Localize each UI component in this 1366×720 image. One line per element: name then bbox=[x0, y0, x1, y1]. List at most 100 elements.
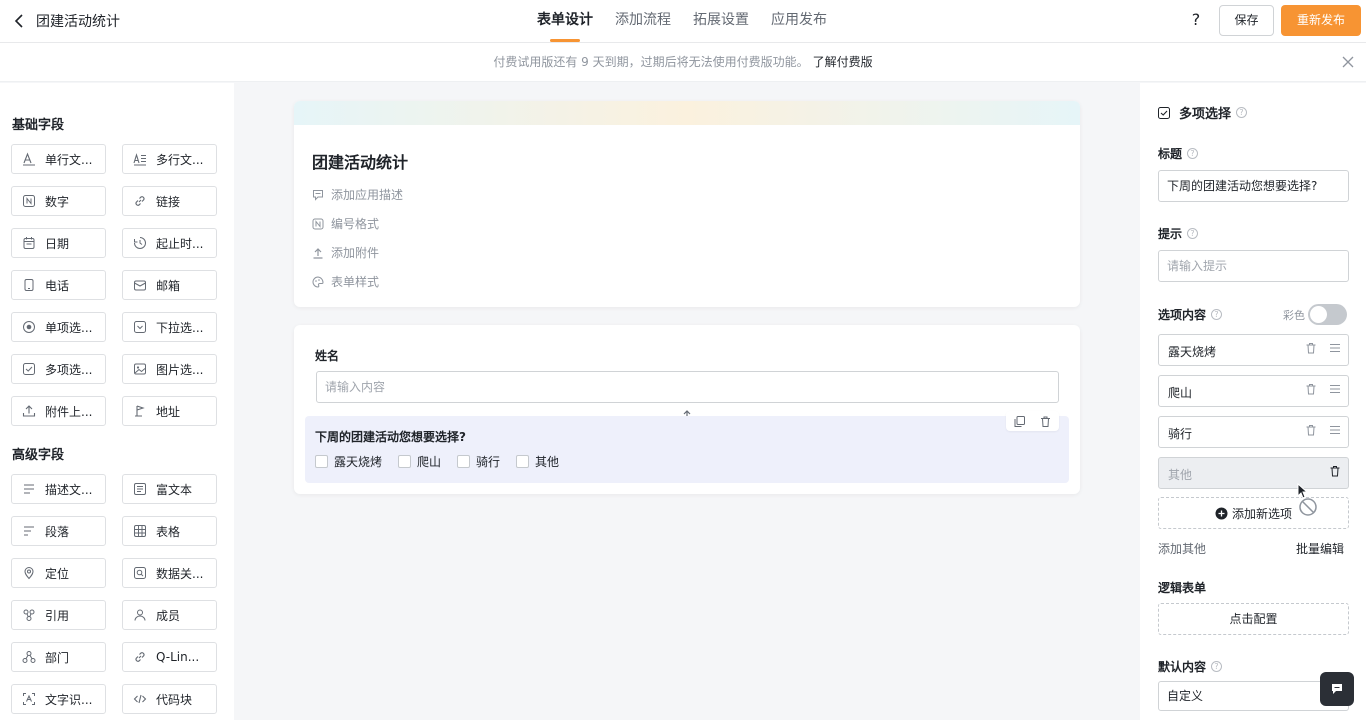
field-type-button[interactable]: 段落 bbox=[11, 516, 106, 546]
palette-icon bbox=[312, 275, 324, 288]
field-palette: 基础字段 单行文... 多行文... 数字 链接 日期 起止时... 电话 邮箱 单项选... 下… bbox=[0, 83, 234, 720]
trial-notice-bar: 付费试用版还有 9 天到期，过期后将无法使用付费版功能。 了解付费版 bbox=[0, 43, 1366, 82]
form-style-action[interactable]: 表单样式 bbox=[312, 273, 379, 290]
options-label: 选项内容? bbox=[1158, 306, 1223, 323]
time-range-icon bbox=[133, 236, 147, 250]
field-type-button[interactable]: 成员 bbox=[122, 600, 217, 630]
checkbox-icon bbox=[398, 455, 412, 468]
field-type-label: 链接 bbox=[156, 194, 181, 209]
option-label: 其他 bbox=[535, 455, 560, 469]
tab-form-design[interactable]: 表单设计 bbox=[537, 0, 593, 43]
main-tabs: 表单设计 添加流程 拓展设置 应用发布 bbox=[537, 0, 849, 43]
field-type-button[interactable]: 附件上... bbox=[11, 396, 106, 426]
field-type-button[interactable]: 多项选... bbox=[11, 354, 106, 384]
field-type-button[interactable]: 电话 bbox=[11, 270, 106, 300]
form-title[interactable]: 团建活动统计 bbox=[312, 149, 408, 173]
field-type-button[interactable]: 定位 bbox=[11, 558, 106, 588]
field-type-button[interactable]: 数字 bbox=[11, 186, 106, 216]
field-type-label: 多项选择 bbox=[1179, 107, 1232, 122]
chat-icon[interactable] bbox=[1320, 672, 1354, 706]
field-type-button[interactable]: 链接 bbox=[122, 186, 217, 216]
field-type-button[interactable]: 引用 bbox=[11, 600, 106, 630]
add-description-action[interactable]: 添加应用描述 bbox=[312, 186, 403, 203]
question-icon[interactable]: ? bbox=[1211, 309, 1223, 320]
field-type-button[interactable]: 文字识... bbox=[11, 684, 106, 714]
option-row[interactable]: 骑行 bbox=[1158, 416, 1349, 448]
tab-app-publish[interactable]: 应用发布 bbox=[771, 0, 827, 43]
field-type-button[interactable]: 图片选... bbox=[122, 354, 217, 384]
field-type-label: 引用 bbox=[45, 608, 70, 623]
field-type-label: 多行文... bbox=[156, 152, 204, 167]
question-icon[interactable]: ? bbox=[1187, 228, 1199, 239]
learn-paid-link[interactable]: 了解付费版 bbox=[813, 55, 873, 69]
trash-icon[interactable] bbox=[1305, 383, 1317, 395]
option-text[interactable]: 露天烧烤 bbox=[1168, 343, 1216, 360]
question-icon[interactable]: ? bbox=[1236, 107, 1248, 118]
other-option-text[interactable]: 其他 bbox=[1168, 466, 1192, 483]
number-format-label: 编号格式 bbox=[331, 217, 380, 231]
delete-icon[interactable] bbox=[1039, 415, 1052, 428]
add-attachment-action[interactable]: 添加附件 bbox=[312, 244, 379, 261]
department-icon bbox=[22, 650, 36, 664]
field-type-button[interactable]: 单行文... bbox=[11, 144, 106, 174]
drag-handle-icon[interactable] bbox=[1329, 342, 1341, 354]
batch-edit-link[interactable]: 批量编辑 bbox=[1296, 540, 1344, 557]
checkbox-icon bbox=[315, 455, 328, 468]
field-type-button[interactable]: 地址 bbox=[122, 396, 217, 426]
option-row[interactable]: 露天烧烤 bbox=[1158, 334, 1349, 366]
field-type-button[interactable]: 单项选... bbox=[11, 312, 106, 342]
republish-button[interactable]: 重新发布 bbox=[1281, 5, 1361, 36]
field-type-button[interactable]: 代码块 bbox=[122, 684, 217, 714]
trash-icon[interactable] bbox=[1329, 465, 1341, 477]
number-format-action[interactable]: 编号格式 bbox=[312, 215, 379, 232]
dropdown-icon bbox=[133, 320, 147, 334]
field-type-button[interactable]: 邮箱 bbox=[122, 270, 217, 300]
field-type-label: 代码块 bbox=[156, 692, 193, 707]
option-checkbox[interactable]: 其他 bbox=[516, 453, 559, 470]
question-icon[interactable]: ? bbox=[1211, 661, 1223, 672]
option-text[interactable]: 骑行 bbox=[1168, 425, 1192, 442]
help-icon[interactable]: ? bbox=[1186, 10, 1206, 30]
field-type-label: 附件上... bbox=[45, 404, 93, 419]
close-icon[interactable] bbox=[1340, 54, 1356, 70]
plus-circle-icon bbox=[1215, 507, 1228, 520]
field-type-button[interactable]: Q-Lin... bbox=[122, 642, 217, 672]
field-type-button[interactable]: 部门 bbox=[11, 642, 106, 672]
tab-add-flow[interactable]: 添加流程 bbox=[615, 0, 671, 43]
question-icon[interactable]: ? bbox=[1187, 148, 1199, 159]
field-type-button[interactable]: 日期 bbox=[11, 228, 106, 258]
option-checkbox[interactable]: 爬山 bbox=[398, 453, 441, 470]
field-type-button[interactable]: 起止时... bbox=[122, 228, 217, 258]
trash-icon[interactable] bbox=[1305, 424, 1317, 436]
name-input[interactable]: 请输入内容 bbox=[316, 371, 1059, 403]
title-input[interactable]: 下周的团建活动您想要选择? bbox=[1158, 170, 1349, 202]
hint-input[interactable]: 请输入提示 bbox=[1158, 250, 1349, 282]
form-style-label: 表单样式 bbox=[331, 275, 380, 289]
option-checkbox[interactable]: 骑行 bbox=[457, 453, 500, 470]
option-row[interactable]: 爬山 bbox=[1158, 375, 1349, 407]
drag-handle-icon[interactable] bbox=[1329, 424, 1341, 436]
color-toggle[interactable] bbox=[1308, 304, 1347, 325]
add-other-link[interactable]: 添加其他 bbox=[1158, 540, 1206, 557]
field-type-button[interactable]: 多行文... bbox=[122, 144, 217, 174]
header-banner bbox=[294, 101, 1080, 125]
field-type-label: Q-Lin... bbox=[156, 650, 200, 664]
copy-icon[interactable] bbox=[1013, 415, 1026, 428]
back-arrow-icon[interactable] bbox=[10, 11, 30, 31]
field-type-button[interactable]: 表格 bbox=[122, 516, 217, 546]
trash-icon[interactable] bbox=[1305, 342, 1317, 354]
multi-select-field[interactable]: 下周的团建活动您想要选择? 露天烧烤 爬山 骑行 其他 bbox=[305, 411, 1069, 483]
save-button[interactable]: 保存 bbox=[1219, 5, 1274, 36]
field-type-button[interactable]: 描述文... bbox=[11, 474, 106, 504]
option-label: 骑行 bbox=[476, 455, 501, 469]
field-type-button[interactable]: 富文本 bbox=[122, 474, 217, 504]
tab-extension-settings[interactable]: 拓展设置 bbox=[693, 0, 749, 43]
app-title: 团建活动统计 bbox=[36, 14, 120, 30]
title-label-text: 标题 bbox=[1158, 147, 1183, 161]
drag-handle-icon[interactable] bbox=[1329, 383, 1341, 395]
configure-button[interactable]: 点击配置 bbox=[1158, 603, 1349, 635]
option-text[interactable]: 爬山 bbox=[1168, 384, 1192, 401]
option-checkbox[interactable]: 露天烧烤 bbox=[315, 453, 382, 470]
field-type-button[interactable]: 数据关... bbox=[122, 558, 217, 588]
field-type-button[interactable]: 下拉选... bbox=[122, 312, 217, 342]
